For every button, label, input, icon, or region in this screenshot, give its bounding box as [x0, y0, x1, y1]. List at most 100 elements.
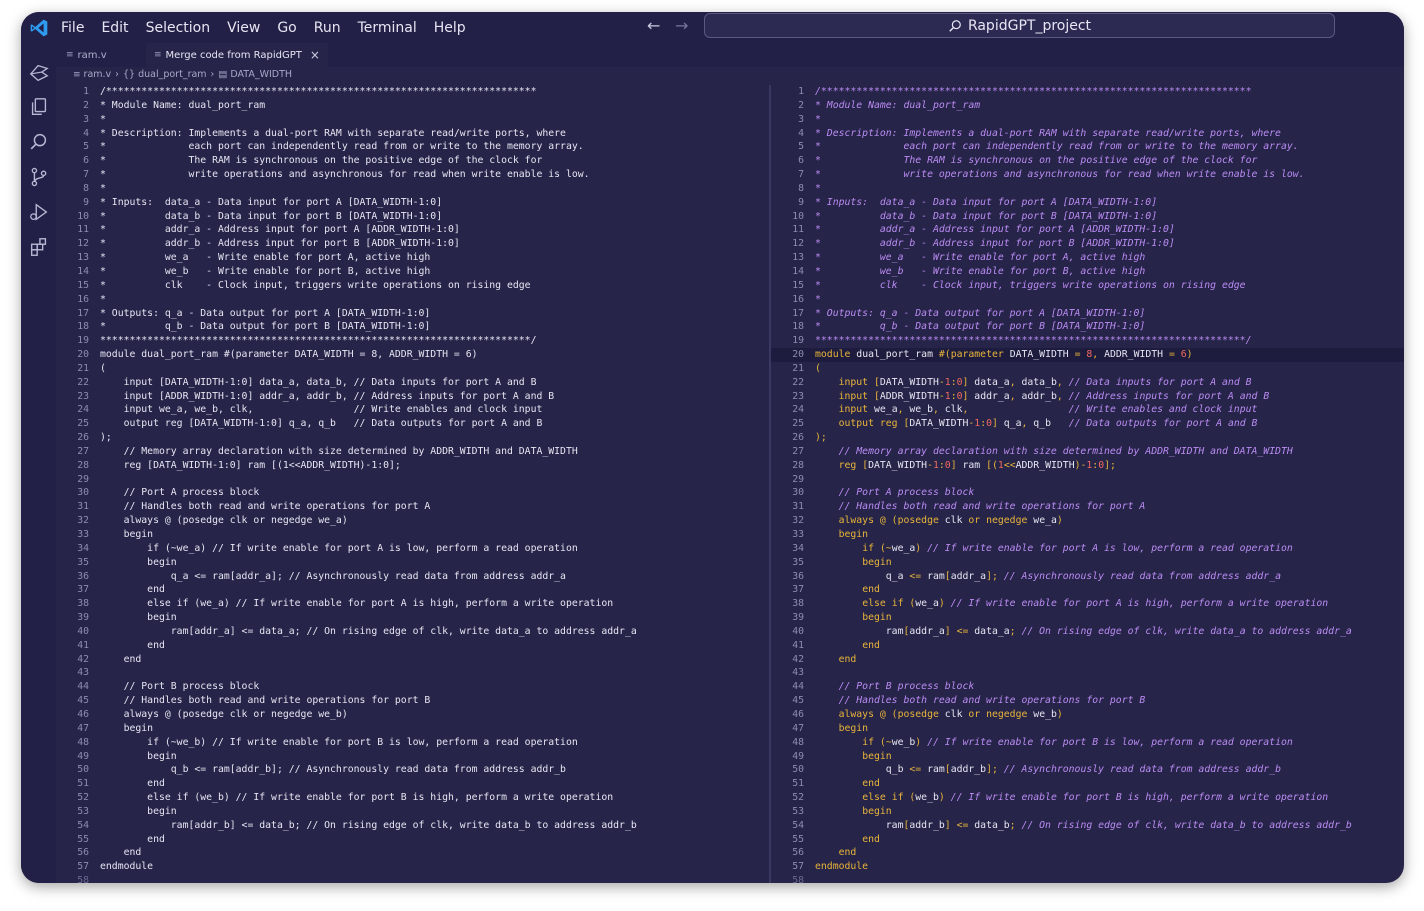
code-line[interactable]: 2 * Module Name: dual_port_ram	[771, 99, 1404, 113]
code-line[interactable]: 26);	[771, 431, 1404, 445]
code-line[interactable]: 24 input we_a, we_b, clk, // Write enabl…	[771, 403, 1404, 417]
explorer-icon[interactable]	[28, 96, 50, 118]
original-code-pane[interactable]: 1 /**************************************…	[56, 85, 769, 883]
code-line[interactable]: 55 end	[56, 833, 769, 847]
code-line[interactable]: 35 begin	[771, 556, 1404, 570]
menu-terminal[interactable]: Terminal	[358, 20, 417, 36]
code-line[interactable]: 2 * Module Name: dual_port_ram	[56, 99, 769, 113]
code-line[interactable]: 20 module dual_port_ram #(parameter DATA_…	[56, 348, 769, 362]
vscode-logo-icon[interactable]	[29, 18, 49, 38]
code-line[interactable]: 52 else if (we_b) // If write enable for…	[771, 791, 1404, 805]
code-line[interactable]: 9 * Inputs: data_a - Data input for port …	[56, 196, 769, 210]
code-line[interactable]: 38 else if (we_a) // If write enable for…	[771, 597, 1404, 611]
code-line[interactable]: 39 begin	[56, 611, 769, 625]
code-line[interactable]: 16 *	[771, 293, 1404, 307]
code-line[interactable]: 16 *	[56, 293, 769, 307]
code-line[interactable]: 6 * The RAM is synchronous on the positiv…	[771, 154, 1404, 168]
code-line[interactable]: 4 * Description: Implements a dual-port R…	[771, 127, 1404, 141]
code-line[interactable]: 50 q_b <= ram[addr_b]; // Asynchronously…	[56, 763, 769, 777]
code-line[interactable]: 3 *	[771, 113, 1404, 127]
code-line[interactable]: 10 * data_b - Data input for port B [DATA…	[56, 210, 769, 224]
code-line[interactable]: 13 * we_a - Write enable for port A, acti…	[56, 251, 769, 265]
code-line[interactable]: 36 q_a <= ram[addr_a]; // Asynchronously…	[56, 570, 769, 584]
back-arrow-icon[interactable]: ←	[647, 16, 660, 35]
code-line[interactable]: 32 always @ (posedge clk or negedge we_a…	[56, 514, 769, 528]
code-line[interactable]: 57 endmodule	[56, 860, 769, 874]
menu-view[interactable]: View	[227, 20, 260, 36]
code-line[interactable]: 33 begin	[56, 528, 769, 542]
code-line[interactable]: 49 begin	[56, 750, 769, 764]
code-line[interactable]: 28 reg [DATA_WIDTH-1:0] ram [(1<<ADDR_WI…	[771, 459, 1404, 473]
menu-go[interactable]: Go	[277, 20, 296, 36]
code-line[interactable]: 56 end	[56, 846, 769, 860]
menu-file[interactable]: File	[61, 20, 84, 36]
code-line[interactable]: 18 * q_b - Data output for port B [DATA_W…	[56, 320, 769, 334]
code-line[interactable]: 23 input [ADDR_WIDTH-1:0] addr_a, addr_b…	[56, 390, 769, 404]
code-line[interactable]: 58	[56, 874, 769, 883]
code-line[interactable]: 15 * clk - Clock input, triggers write op…	[56, 279, 769, 293]
code-line[interactable]: 25 output reg [DATA_WIDTH-1:0] q_a, q_b …	[56, 417, 769, 431]
code-line[interactable]: 30 // Port A process block	[56, 486, 769, 500]
code-line[interactable]: 22 input [DATA_WIDTH-1:0] data_a, data_b…	[771, 376, 1404, 390]
code-line[interactable]: 5 * each port can independently read from…	[56, 140, 769, 154]
code-line[interactable]: 14 * we_b - Write enable for port B, acti…	[771, 265, 1404, 279]
run-debug-icon[interactable]	[28, 201, 50, 223]
code-line[interactable]: 32 always @ (posedge clk or negedge we_a…	[771, 514, 1404, 528]
code-line[interactable]: 34 if (~we_a) // If write enable for por…	[56, 542, 769, 556]
tab-ram-v[interactable]: ≡ ram.v	[66, 43, 117, 67]
code-line[interactable]: 55 end	[771, 833, 1404, 847]
code-line[interactable]: 10 * data_b - Data input for port B [DATA…	[771, 210, 1404, 224]
code-line[interactable]: 45 // Handles both read and write operat…	[771, 694, 1404, 708]
code-line[interactable]: 50 q_b <= ram[addr_b]; // Asynchronously…	[771, 763, 1404, 777]
code-line[interactable]: 35 begin	[56, 556, 769, 570]
code-line[interactable]: 22 input [DATA_WIDTH-1:0] data_a, data_b…	[56, 376, 769, 390]
code-line[interactable]: 47 begin	[771, 722, 1404, 736]
code-line[interactable]: 9 * Inputs: data_a - Data input for port …	[771, 196, 1404, 210]
code-line[interactable]: 12 * addr_b - Address input for port B [A…	[771, 237, 1404, 251]
code-line[interactable]: 44 // Port B process block	[56, 680, 769, 694]
modified-code-pane[interactable]: 1 /**************************************…	[771, 85, 1404, 883]
code-line[interactable]: 21 (	[771, 362, 1404, 376]
command-center-search[interactable]: RapidGPT_project	[704, 13, 1335, 38]
code-line[interactable]: 29	[771, 473, 1404, 487]
close-icon[interactable]: ×	[310, 48, 320, 62]
code-line[interactable]: 29	[56, 473, 769, 487]
code-line[interactable]: 31 // Handles both read and write operat…	[771, 500, 1404, 514]
code-line[interactable]: 18 * q_b - Data output for port B [DATA_W…	[771, 320, 1404, 334]
code-line[interactable]: 45 // Handles both read and write operat…	[56, 694, 769, 708]
code-line[interactable]: 31 // Handles both read and write operat…	[56, 500, 769, 514]
code-line[interactable]: 24 input we_a, we_b, clk, // Write enabl…	[56, 403, 769, 417]
code-line[interactable]: 51 end	[771, 777, 1404, 791]
code-line[interactable]: 58	[771, 874, 1404, 883]
code-line[interactable]: 19 **************************************…	[56, 334, 769, 348]
code-line[interactable]: 27 // Memory array declaration with size…	[771, 445, 1404, 459]
code-line[interactable]: 48 if (~we_b) // If write enable for por…	[56, 736, 769, 750]
code-line[interactable]: 56 end	[771, 846, 1404, 860]
code-line[interactable]: 38 else if (we_a) // If write enable for…	[56, 597, 769, 611]
code-line[interactable]: 8 *	[56, 182, 769, 196]
code-line[interactable]: 1 /**************************************…	[771, 85, 1404, 99]
source-control-icon[interactable]	[28, 166, 50, 188]
code-line[interactable]: 7 * write operations and asynchronous for…	[56, 168, 769, 182]
code-line[interactable]: 51 end	[56, 777, 769, 791]
code-line[interactable]: 27 // Memory array declaration with size…	[56, 445, 769, 459]
code-line[interactable]: 33 begin	[771, 528, 1404, 542]
code-line[interactable]: 13 * we_a - Write enable for port A, acti…	[771, 251, 1404, 265]
code-line[interactable]: 17 * Outputs: q_a - Data output for port …	[56, 307, 769, 321]
code-line[interactable]: 42 end	[56, 653, 769, 667]
code-line[interactable]: 39 begin	[771, 611, 1404, 625]
code-line[interactable]: 7 * write operations and asynchronous for…	[771, 168, 1404, 182]
menu-run[interactable]: Run	[314, 20, 341, 36]
code-line[interactable]: 28 reg [DATA_WIDTH-1:0] ram [(1<<ADDR_WI…	[56, 459, 769, 473]
code-line[interactable]: 17 * Outputs: q_a - Data output for port …	[771, 307, 1404, 321]
breadcrumb-symbol[interactable]: DATA_WIDTH	[230, 69, 292, 80]
code-line[interactable]: 42 end	[771, 653, 1404, 667]
code-line[interactable]: 36 q_a <= ram[addr_a]; // Asynchronously…	[771, 570, 1404, 584]
code-line[interactable]: 43	[771, 666, 1404, 680]
code-line[interactable]: 46 always @ (posedge clk or negedge we_b…	[56, 708, 769, 722]
code-line[interactable]: 40 ram[addr_a] <= data_a; // On rising e…	[771, 625, 1404, 639]
rapidgpt-icon[interactable]	[28, 62, 50, 84]
code-line[interactable]: 4 * Description: Implements a dual-port R…	[56, 127, 769, 141]
code-line[interactable]: 12 * addr_b - Address input for port B [A…	[56, 237, 769, 251]
code-line[interactable]: 37 end	[56, 583, 769, 597]
